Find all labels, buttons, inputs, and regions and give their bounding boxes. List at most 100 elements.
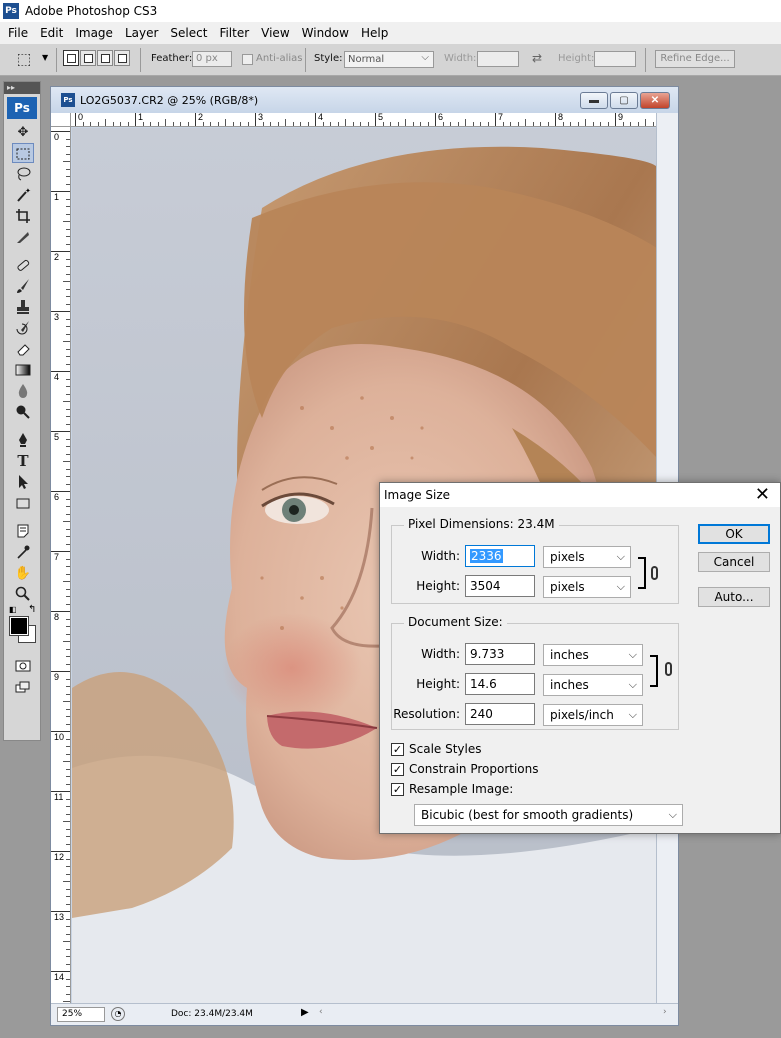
status-info-icon[interactable]: ◔ — [111, 1007, 125, 1021]
menu-help[interactable]: Help — [355, 26, 394, 40]
menu-image[interactable]: Image — [69, 26, 119, 40]
ruler-minor-tick — [66, 266, 70, 267]
menu-layer[interactable]: Layer — [119, 26, 164, 40]
pixel-dimensions-heading: Pixel Dimensions: 23.4M — [404, 517, 559, 531]
clone-stamp-icon[interactable] — [12, 297, 34, 317]
resample-image-checkbox[interactable]: ✓ — [391, 782, 404, 796]
photoshop-logo[interactable]: Ps — [7, 97, 37, 119]
ruler-tick-label: 10 — [51, 731, 70, 742]
ruler-minor-tick — [66, 723, 70, 725]
constrain-proportions-checkbox[interactable]: ✓ — [391, 762, 404, 776]
intersect-selection-button[interactable] — [114, 50, 130, 66]
pixel-width-unit-select[interactable]: pixels ⌵ — [543, 546, 631, 568]
auto-button[interactable]: Auto... — [698, 587, 770, 607]
eyedropper-icon[interactable] — [12, 542, 34, 562]
resample-image-row[interactable]: ✓ Resample Image: — [391, 782, 513, 796]
swap-colors-icon[interactable]: ↰ — [28, 604, 36, 615]
subtract-from-selection-button[interactable] — [97, 50, 113, 66]
resolution-unit-select[interactable]: pixels/inch ⌵ — [543, 704, 643, 726]
minimize-icon[interactable]: ▬ — [580, 92, 608, 109]
menu-window[interactable]: Window — [296, 26, 355, 40]
pixel-width-input[interactable]: 2336 — [465, 545, 535, 567]
vertical-ruler[interactable]: 0 1 2 3 4 5 6 7 8 9 10 11 12 13 14 — [51, 127, 71, 1003]
healing-brush-icon[interactable] — [12, 255, 34, 275]
scroll-left-icon[interactable]: ‹ — [319, 1007, 323, 1017]
menu-filter[interactable]: Filter — [213, 26, 255, 40]
doc-height-input[interactable]: 14.6 — [465, 673, 535, 695]
ruler-minor-tick — [66, 926, 70, 927]
ruler-minor-tick — [66, 258, 70, 260]
ok-button[interactable]: OK — [698, 524, 770, 544]
maximize-icon[interactable]: ▢ — [610, 92, 638, 109]
style-select[interactable]: Normal — [344, 50, 434, 68]
zoom-tool-icon[interactable] — [12, 584, 34, 604]
document-title-bar[interactable]: Ps LO2G5037.CR2 @ 25% (RGB/8*) ▬ ▢ ✕ — [51, 87, 678, 113]
blur-tool-icon[interactable] — [12, 381, 34, 401]
add-to-selection-button[interactable] — [80, 50, 96, 66]
pixel-height-unit-select[interactable]: pixels ⌵ — [543, 576, 631, 598]
magic-wand-tool-icon[interactable]: ✦ — [12, 185, 34, 205]
resample-method-select[interactable]: Bicubic (best for smooth gradients) ⌵ — [414, 804, 683, 826]
chevron-down-icon[interactable]: ▼ — [42, 53, 48, 62]
lasso-tool-icon[interactable] — [12, 164, 34, 184]
pixel-height-input[interactable]: 3504 — [465, 575, 535, 597]
eraser-icon[interactable] — [12, 339, 34, 359]
crop-tool-icon[interactable] — [12, 206, 34, 226]
default-colors-icon[interactable]: ◧ — [9, 605, 17, 614]
width-input[interactable] — [477, 51, 519, 67]
close-icon[interactable]: ✕ — [755, 484, 770, 505]
anti-alias-checkbox[interactable] — [242, 54, 253, 65]
ruler-minor-tick — [66, 798, 70, 800]
slice-tool-icon[interactable] — [12, 227, 34, 247]
ruler-minor-tick — [66, 146, 70, 147]
gradient-tool-icon[interactable] — [12, 360, 34, 380]
quick-mask-icon[interactable] — [12, 656, 34, 676]
feather-input[interactable]: 0 px — [192, 51, 232, 67]
foreground-color-swatch[interactable] — [9, 616, 29, 636]
dialog-title-bar[interactable]: Image Size ✕ — [380, 483, 780, 507]
swap-dimensions-icon[interactable]: ⇄ — [532, 51, 542, 65]
move-tool-icon[interactable]: ✥ — [12, 122, 34, 142]
cancel-button[interactable]: Cancel — [698, 552, 770, 572]
refine-edge-button[interactable]: Refine Edge... — [655, 50, 735, 68]
height-input[interactable] — [594, 51, 636, 67]
doc-width-input[interactable]: 9.733 — [465, 643, 535, 665]
ruler-minor-tick — [66, 498, 70, 500]
menu-edit[interactable]: Edit — [34, 26, 69, 40]
dodge-tool-icon[interactable] — [12, 402, 34, 422]
type-tool-icon[interactable]: T — [12, 451, 34, 471]
history-brush-icon[interactable] — [12, 318, 34, 338]
horizontal-ruler[interactable]: 0123456789 — [71, 113, 657, 127]
ruler-origin[interactable] — [51, 113, 71, 127]
tool-preset-picker[interactable] — [18, 54, 30, 66]
menu-file[interactable]: File — [2, 26, 34, 40]
hand-tool-icon[interactable]: ✋ — [12, 563, 34, 583]
doc-height-unit-select[interactable]: inches ⌵ — [543, 674, 643, 696]
selection-mode-group — [63, 50, 131, 66]
path-selection-icon[interactable] — [12, 472, 34, 492]
scale-styles-checkbox[interactable]: ✓ — [391, 742, 404, 756]
rectangle-shape-icon[interactable] — [12, 493, 34, 513]
marquee-tool-icon[interactable] — [12, 143, 34, 163]
menu-select[interactable]: Select — [164, 26, 213, 40]
doc-width-unit-select[interactable]: inches ⌵ — [543, 644, 643, 666]
notes-tool-icon[interactable] — [12, 521, 34, 541]
screen-mode-icon[interactable] — [12, 677, 34, 697]
ruler-tick-label: 8 — [51, 611, 70, 622]
ruler-minor-tick — [66, 978, 70, 980]
new-selection-button[interactable] — [63, 50, 79, 66]
scale-styles-row[interactable]: ✓ Scale Styles — [391, 742, 482, 756]
brush-tool-icon[interactable] — [12, 276, 34, 296]
status-menu-arrow-icon[interactable]: ▶ — [301, 1007, 309, 1018]
zoom-level-field[interactable]: 25% — [57, 1007, 105, 1022]
ruler-tick-label: 14 — [51, 971, 70, 982]
panel-grip[interactable]: ▸▸ — [4, 82, 40, 94]
constrain-proportions-row[interactable]: ✓ Constrain Proportions — [391, 762, 539, 776]
menu-view[interactable]: View — [255, 26, 295, 40]
resolution-input[interactable]: 240 — [465, 703, 535, 725]
scroll-right-icon[interactable]: › — [663, 1007, 667, 1017]
app-title: Adobe Photoshop CS3 — [25, 4, 158, 18]
pen-tool-icon[interactable] — [12, 430, 34, 450]
ruler-minor-tick — [66, 986, 70, 987]
close-icon[interactable]: ✕ — [640, 92, 670, 109]
